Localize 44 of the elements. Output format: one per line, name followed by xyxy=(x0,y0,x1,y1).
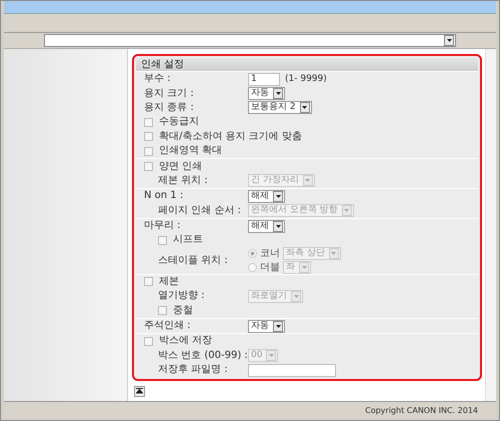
checkbox-label: 양면 인쇄 xyxy=(159,160,202,173)
field-label: 주석인쇄 : xyxy=(143,320,192,332)
input-field[interactable] xyxy=(248,364,336,377)
scroll-to-top-icon[interactable] xyxy=(134,386,145,398)
dropdown[interactable]: 자동 xyxy=(248,87,285,100)
radio-label: 더블 xyxy=(260,262,280,274)
checkbox[interactable] xyxy=(158,306,167,316)
radio-button[interactable] xyxy=(248,263,257,272)
checkbox-label: 시프트 xyxy=(173,234,203,246)
checkbox-label: 확대/축소하여 용지 크기에 맞춤 xyxy=(159,130,302,143)
checkbox-label: 박스에 저장 xyxy=(159,335,212,348)
field-label: 부수 : xyxy=(143,73,172,86)
dropdown[interactable]: 해제 xyxy=(248,190,285,203)
field-label: N on 1 : xyxy=(143,190,184,202)
field-label: 제본 위치 : xyxy=(157,174,209,187)
checkbox[interactable] xyxy=(144,118,153,127)
field-label: 용지 크기 : xyxy=(143,88,195,100)
checkbox-label: 수동급지 xyxy=(159,116,199,128)
checkbox-label: 인쇄영역 확대 xyxy=(159,145,222,158)
checkbox[interactable] xyxy=(144,146,153,156)
checkbox[interactable] xyxy=(158,236,167,245)
dropdown[interactable]: 해제 xyxy=(248,220,285,233)
checkbox[interactable] xyxy=(144,162,153,172)
checkbox[interactable] xyxy=(144,277,153,286)
range-hint: (1- 9999) xyxy=(285,73,327,86)
field-label: 스테이플 위치 : xyxy=(157,254,229,267)
panel-title: 인쇄 설정 xyxy=(136,58,478,71)
dropdown[interactable]: 자동 xyxy=(248,320,285,333)
field-label: 저장후 파일명 : xyxy=(157,364,229,376)
dropdown[interactable]: 보통용지 2 xyxy=(248,101,312,114)
checkbox-label: 제본 xyxy=(159,276,179,288)
field-label: 박스 번호 (00-99) : xyxy=(157,350,248,362)
field-label: 마무리 : xyxy=(143,220,182,232)
checkbox[interactable] xyxy=(144,336,153,346)
field-label: 열기방향 : xyxy=(157,290,206,302)
checkbox-label: 중철 xyxy=(173,304,193,317)
scrollbar[interactable] xyxy=(485,49,496,401)
checkbox[interactable] xyxy=(144,132,153,142)
copyright-text: Copyright CANON INC. 2014 xyxy=(365,406,478,414)
field-label: 페이지 인쇄 순서 : xyxy=(157,204,242,217)
radio-label: 코너 xyxy=(260,248,280,260)
radio-button[interactable] xyxy=(248,249,257,258)
field-label: 용지 종류 : xyxy=(143,102,195,114)
input-field[interactable]: 1 xyxy=(248,72,280,86)
